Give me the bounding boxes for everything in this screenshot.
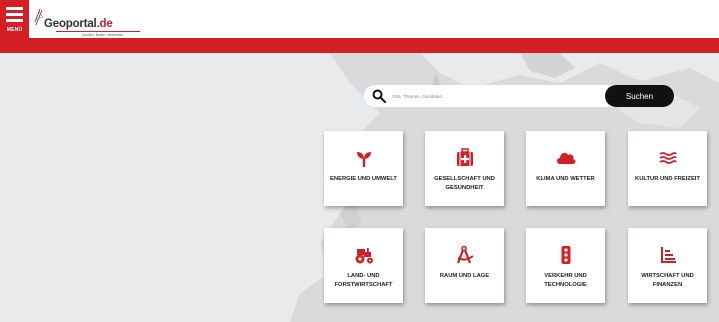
header-red-bar xyxy=(0,38,719,53)
logo-underline xyxy=(56,31,140,32)
logo-text: Geoportal.de xyxy=(44,18,113,30)
header: MENÜ Geoportal.de suchen. finden. verbin… xyxy=(0,0,719,40)
category-label: Wirtschaft und Finanzen xyxy=(641,273,694,288)
category-label: Land- und Forstwirtschaft xyxy=(334,273,393,288)
category-label: Klima und Wetter xyxy=(536,176,595,182)
category-tile-gesellschaft-gesundheit[interactable]: Gesellschaft und Gesundheit xyxy=(425,131,504,206)
hamburger-icon xyxy=(6,7,23,25)
category-tile-kultur-freizeit[interactable]: Kultur und Freizeit xyxy=(628,131,707,206)
sprout-icon xyxy=(356,152,371,167)
menu-button[interactable]: MENÜ xyxy=(0,0,29,38)
bar-chart-icon xyxy=(660,247,676,263)
category-tile-land-forstwirtschaft[interactable]: Land- und Forstwirtschaft xyxy=(324,228,403,303)
category-label: Gesellschaft und Gesundheit xyxy=(434,176,495,191)
logo-tagline: suchen. finden. verbinden. xyxy=(82,33,125,37)
search-icon[interactable] xyxy=(372,89,386,103)
compass-icon xyxy=(456,245,474,264)
logo[interactable]: Geoportal.de suchen. finden. verbinden. xyxy=(32,8,142,37)
tractor-icon xyxy=(355,248,373,264)
search-input[interactable] xyxy=(392,89,602,103)
category-label: Verkehr und Technologie xyxy=(544,273,587,288)
category-tile-verkehr-technologie[interactable]: Verkehr und Technologie xyxy=(526,228,605,303)
category-label: Raum und Lage xyxy=(439,273,490,279)
category-label: Energie und Umwelt xyxy=(330,176,397,182)
waves-icon xyxy=(659,152,677,164)
category-tile-raum-lage[interactable]: Raum und Lage xyxy=(425,228,504,303)
category-label: Kultur und Freizeit xyxy=(635,176,700,182)
category-tile-klima-wetter[interactable]: Klima und Wetter xyxy=(526,131,605,206)
category-tile-energie-umwelt[interactable]: Energie und Umwelt xyxy=(324,131,403,206)
menu-label: MENÜ xyxy=(6,27,23,33)
category-tile-wirtschaft-finanzen[interactable]: Wirtschaft und Finanzen xyxy=(628,228,707,303)
traffic-light-icon xyxy=(561,246,570,264)
search-button[interactable]: Suchen xyxy=(605,85,674,107)
cloud-icon xyxy=(556,152,576,164)
first-aid-kit-icon xyxy=(456,148,473,166)
